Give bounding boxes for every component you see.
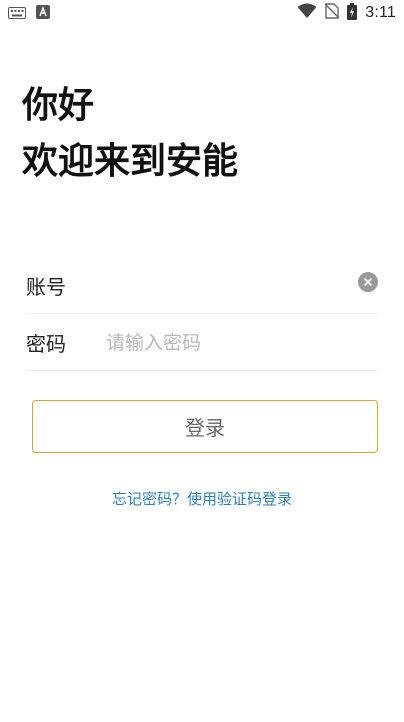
battery-icon [347,2,358,24]
account-label: 账号 [26,275,66,299]
password-row: 密码 [26,315,378,371]
forgot-password-link[interactable]: 忘记密码？使用验证码登录 [0,488,404,509]
no-sim-icon [324,3,340,23]
password-label: 密码 [26,332,66,356]
login-button[interactable]: 登录 [32,400,378,453]
greeting: 你好 欢迎来到安能 [22,78,382,190]
greeting-hello: 你好 [22,85,95,126]
account-input[interactable] [106,265,378,306]
keyboard-icon [8,4,26,23]
accessibility-a-icon [36,4,50,23]
status-right: 3:11 [297,2,396,24]
greeting-welcome: 欢迎来到安能 [22,141,239,182]
password-input[interactable] [106,322,378,363]
status-bar: 3:11 [0,0,404,26]
status-time: 3:11 [365,4,396,21]
account-row: 账号 [26,258,378,314]
wifi-icon [297,3,317,23]
clear-icon[interactable] [358,272,378,292]
status-left [8,4,50,23]
